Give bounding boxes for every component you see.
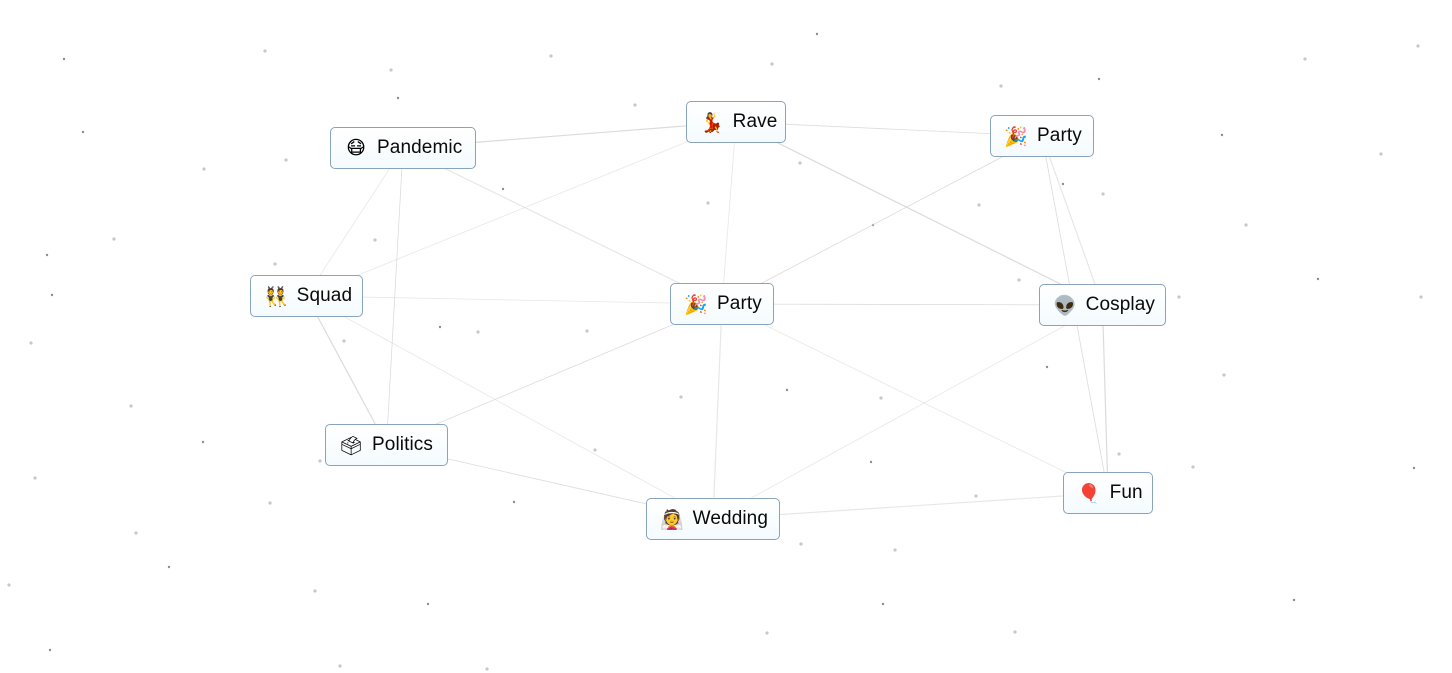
people-with-bunny-ears-icon: 👯 (264, 285, 288, 308)
element-party[interactable]: 🎉 Party (670, 283, 774, 325)
element-fun[interactable]: 🎈 Fun (1063, 472, 1153, 514)
connection-line (1101, 304, 1109, 494)
connection-line (721, 135, 1043, 305)
face-with-medical-mask-icon: 😷 (346, 137, 366, 159)
connection-line (712, 303, 723, 520)
element-label: Squad (296, 285, 353, 306)
element-label: Fun (1109, 482, 1143, 503)
woman-dancing-icon: 💃 (700, 111, 724, 134)
infinite-craft-canvas[interactable]: 😷 Pandemic 💃 Rave 🎉 Party 👯 Squad 🎉 Part… (0, 0, 1452, 673)
element-label: Party (717, 293, 762, 314)
element-label: Rave (732, 111, 778, 132)
element-politics[interactable]: 🗳 Politics (325, 424, 448, 466)
connection-line (402, 147, 723, 305)
connection-line (721, 121, 737, 305)
ballot-box-icon: 🗳 (338, 434, 364, 457)
element-squad[interactable]: 👯 Squad (250, 275, 363, 317)
element-rave[interactable]: 💃 Rave (686, 101, 786, 143)
element-label: Cosplay (1085, 294, 1156, 315)
bride-with-veil-icon: 👰 (660, 508, 684, 531)
party-popper-icon: 🎉 (1004, 125, 1028, 148)
element-cosplay[interactable]: 👽 Cosplay (1039, 284, 1166, 326)
element-label: Pandemic (377, 137, 463, 158)
element-label: Party (1037, 125, 1082, 146)
connection-line (306, 295, 714, 520)
connection-line (386, 147, 404, 446)
connection-line (306, 147, 404, 297)
alien-icon: 👽 (1053, 294, 1077, 317)
element-pandemic[interactable]: 😷 Pandemic (330, 127, 476, 169)
connection-line (306, 295, 723, 305)
party-popper-icon: 🎉 (684, 293, 708, 316)
element-wedding[interactable]: 👰 Wedding (646, 498, 780, 540)
connection-line (712, 304, 1103, 520)
balloon-icon: 🎈 (1077, 482, 1101, 505)
element-label: Politics (372, 434, 433, 455)
element-party[interactable]: 🎉 Party (990, 115, 1094, 157)
element-label: Wedding (692, 508, 769, 529)
connection-line (721, 303, 1109, 494)
